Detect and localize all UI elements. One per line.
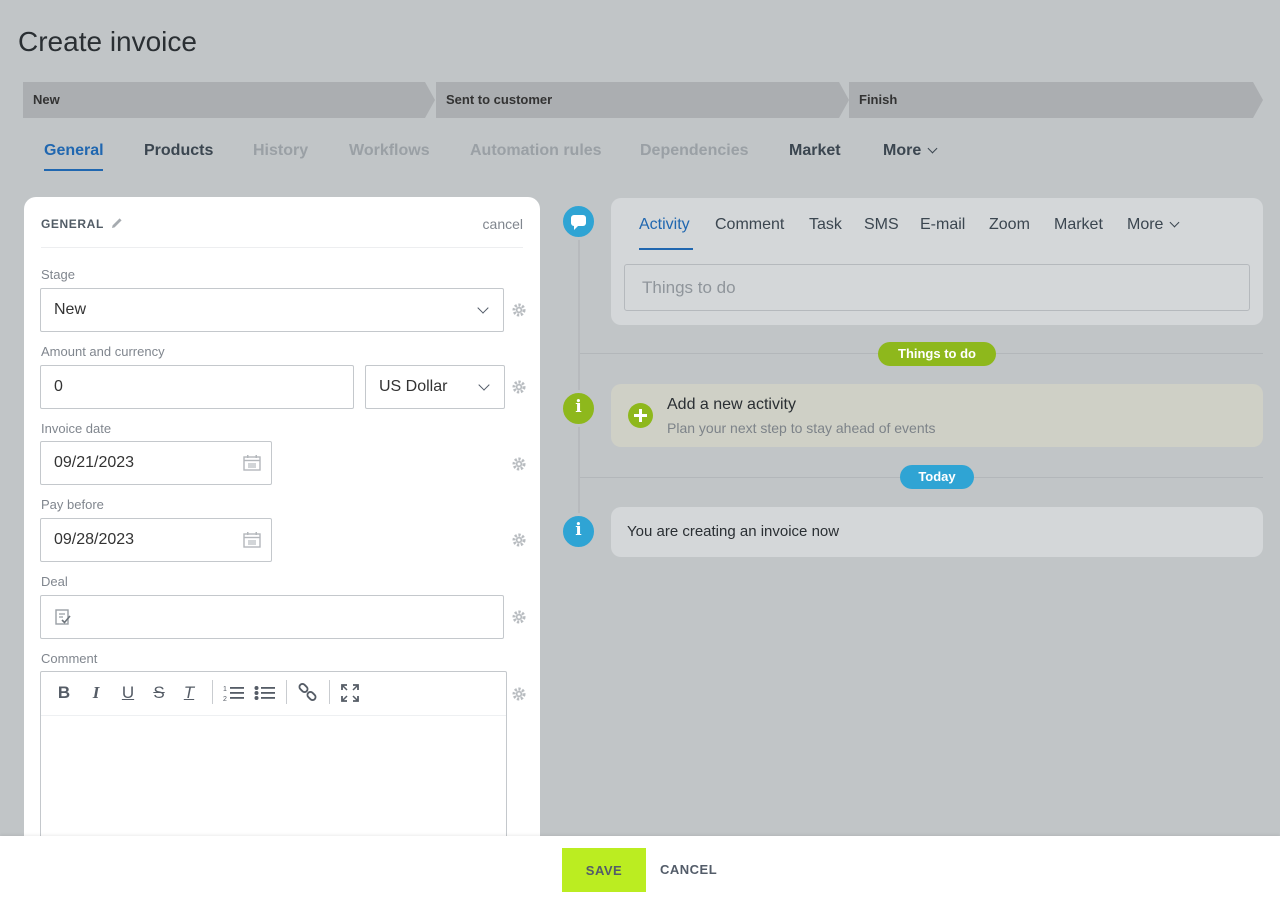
bullet-list-icon[interactable] (254, 683, 276, 703)
comment-label: Comment (41, 651, 98, 666)
things-to-do-input[interactable]: Things to do (624, 264, 1250, 311)
clear-format-button[interactable]: T (179, 683, 199, 703)
link-icon[interactable] (297, 682, 319, 704)
plus-icon[interactable] (628, 403, 653, 428)
things-to-do-badge: Things to do (878, 342, 996, 366)
add-activity-card[interactable]: Add a new activity Plan your next step t… (611, 384, 1263, 447)
editor-toolbar: B I U S T 12 (41, 672, 506, 716)
info-icon: i (560, 513, 597, 550)
pay-before-value: 09/28/2023 (54, 531, 135, 548)
stage-value: New (54, 301, 87, 318)
stage-select[interactable]: New (40, 288, 504, 332)
stage-bar: New Sent to customer Finish (23, 82, 1263, 118)
cancel-button[interactable]: CANCEL (660, 862, 717, 877)
gear-icon[interactable] (512, 533, 526, 547)
svg-text:2: 2 (223, 696, 227, 703)
timeline-message: You are creating an invoice now (611, 507, 1263, 557)
invoice-date-label: Invoice date (41, 421, 112, 436)
add-activity-subtitle: Plan your next step to stay ahead of eve… (667, 420, 936, 436)
tab-label: General (44, 142, 104, 159)
card-header: GENERAL cancel (41, 216, 523, 248)
activity-tab-activity[interactable]: Activity (639, 216, 690, 234)
pencil-icon[interactable] (111, 217, 123, 229)
deal-label: Deal (41, 574, 68, 589)
tab-general[interactable]: General (44, 142, 104, 171)
deal-icon (55, 609, 71, 625)
tab-more-label: More (883, 142, 922, 159)
active-activity-tab-underline (639, 248, 693, 250)
gear-icon[interactable] (512, 610, 526, 624)
add-activity-title: Add a new activity (667, 396, 796, 413)
chevron-down-icon (1170, 217, 1180, 228)
activity-tab-zoom[interactable]: Zoom (989, 216, 1030, 234)
stage-label: Stage (41, 267, 75, 282)
fullscreen-icon[interactable] (341, 684, 359, 702)
invoice-date-input[interactable]: 09/21/2023 (40, 441, 272, 485)
activity-tab-comment[interactable]: Comment (715, 216, 784, 234)
tab-history[interactable]: History (253, 142, 308, 160)
tab-dependencies[interactable]: Dependencies (640, 142, 748, 160)
amount-label: Amount and currency (41, 344, 165, 359)
tab-more[interactable]: More (883, 142, 938, 160)
tab-workflows[interactable]: Workflows (349, 142, 430, 160)
toolbar-divider (286, 680, 287, 704)
timeline-line (578, 222, 580, 534)
invoice-date-value: 09/21/2023 (54, 454, 135, 471)
calendar-icon[interactable] (243, 455, 261, 471)
calendar-icon[interactable] (243, 532, 261, 548)
activity-tab-more-label: More (1127, 216, 1164, 233)
strikethrough-button[interactable]: S (149, 683, 169, 703)
chevron-down-icon (478, 379, 490, 391)
activity-tab-email[interactable]: E-mail (920, 216, 965, 234)
activity-tab-more[interactable]: More (1127, 216, 1180, 234)
section-title: GENERAL (41, 217, 104, 231)
stage-finish[interactable]: Finish (849, 82, 1263, 118)
svg-text:1: 1 (223, 686, 227, 693)
gear-icon[interactable] (512, 303, 526, 317)
bold-button[interactable]: B (54, 683, 74, 703)
activity-composer: Activity Comment Task SMS E-mail Zoom Ma… (611, 198, 1263, 325)
card-cancel-link[interactable]: cancel (483, 216, 523, 232)
activity-tab-market[interactable]: Market (1054, 216, 1103, 234)
italic-button[interactable]: I (86, 683, 106, 703)
toolbar-divider (212, 680, 213, 704)
activity-tab-task[interactable]: Task (809, 216, 842, 234)
tab-market[interactable]: Market (789, 142, 841, 160)
chevron-down-icon (927, 143, 938, 154)
chevron-down-icon (477, 302, 489, 314)
tab-products[interactable]: Products (144, 142, 213, 160)
toolbar-divider (329, 680, 330, 704)
today-badge: Today (900, 465, 974, 489)
info-glyph: i (575, 397, 582, 417)
currency-select[interactable]: US Dollar (365, 365, 505, 409)
gear-icon[interactable] (512, 380, 526, 394)
amount-input[interactable]: 0 (40, 365, 354, 409)
gear-icon[interactable] (512, 687, 526, 701)
currency-value: US Dollar (379, 378, 448, 395)
general-form-card: GENERAL cancel Stage New Amount and curr… (24, 197, 540, 871)
tab-automation-rules[interactable]: Automation rules (470, 142, 602, 160)
footer-bar: SAVE CANCEL (0, 836, 1280, 903)
stage-new[interactable]: New (23, 82, 435, 118)
page-title: Create invoice (18, 26, 197, 57)
save-button[interactable]: SAVE (562, 848, 646, 892)
underline-button[interactable]: U (118, 683, 138, 703)
pay-before-input[interactable]: 09/28/2023 (40, 518, 272, 562)
info-glyph: i (575, 520, 582, 540)
numbered-list-icon[interactable]: 12 (223, 683, 245, 703)
active-tab-underline (44, 169, 103, 171)
bubble-shape (571, 215, 586, 230)
stage-sent-to-customer[interactable]: Sent to customer (436, 82, 849, 118)
info-icon: i (560, 390, 597, 427)
activity-tab-sms[interactable]: SMS (864, 216, 899, 234)
comment-bubble-icon (560, 203, 597, 240)
pay-before-label: Pay before (41, 497, 104, 512)
gear-icon[interactable] (512, 457, 526, 471)
deal-input[interactable] (40, 595, 504, 639)
